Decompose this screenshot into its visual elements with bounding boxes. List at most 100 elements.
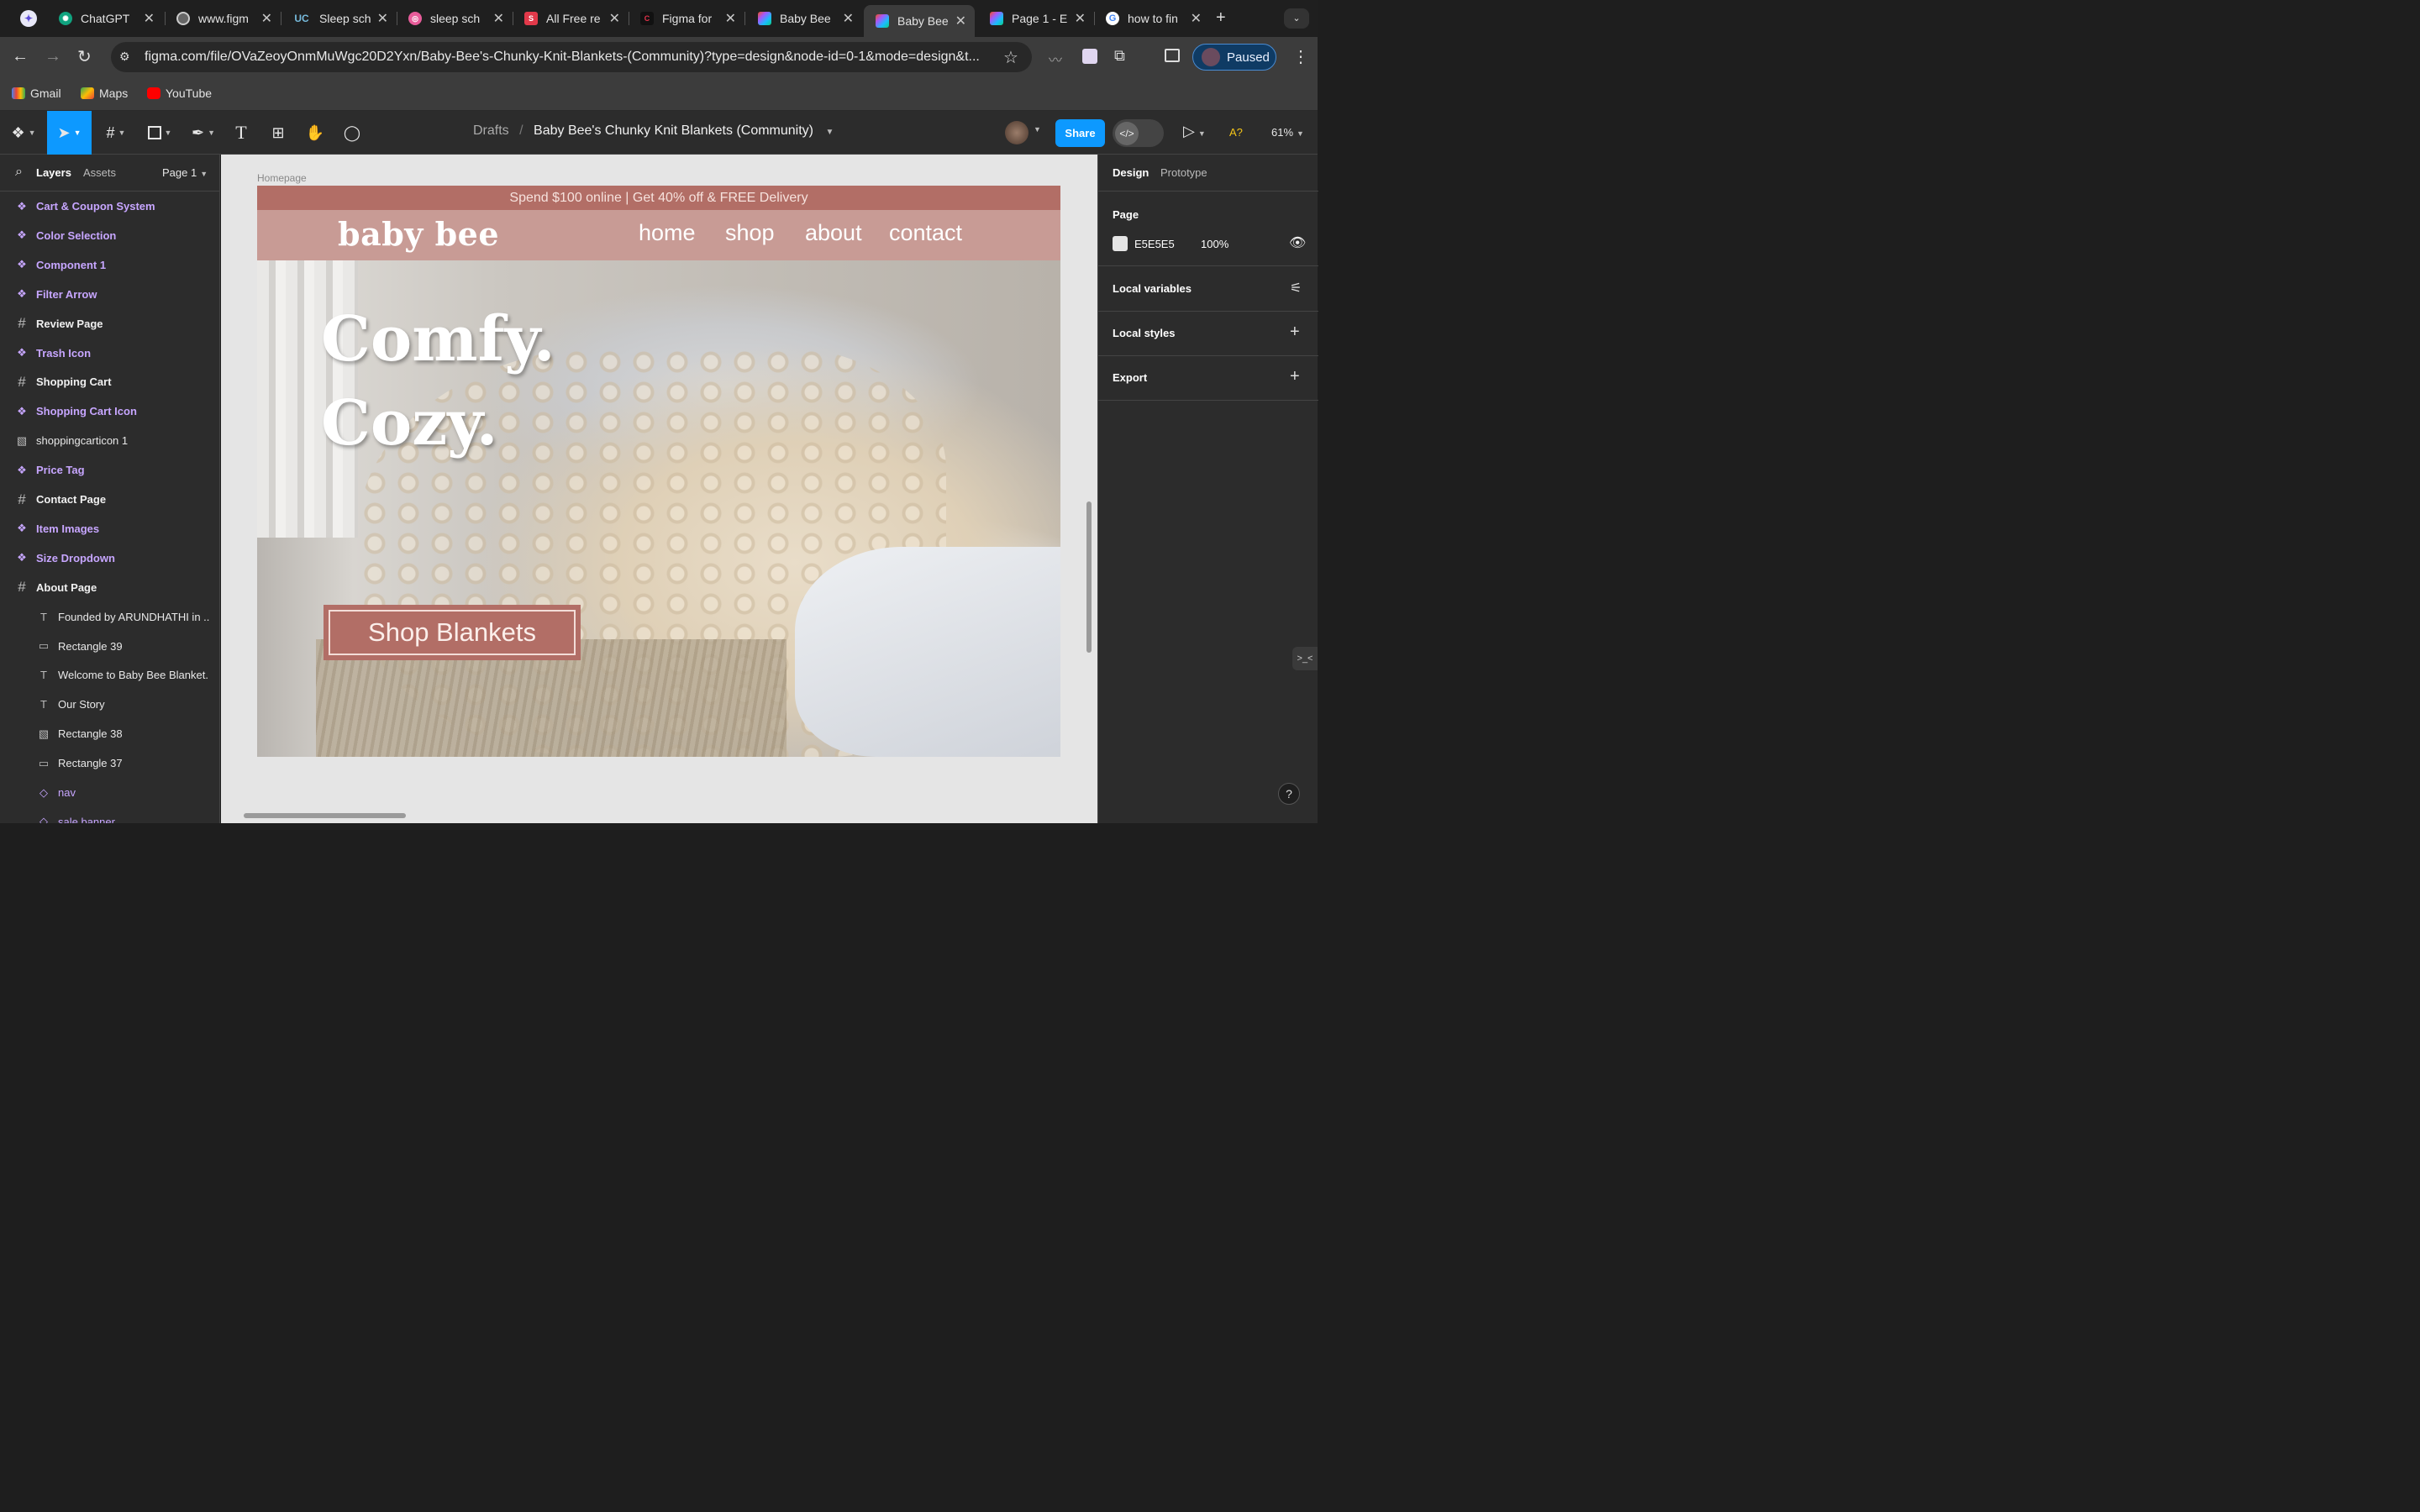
layer-row[interactable]: T Welcome to Baby Bee Blanket... <box>0 660 219 690</box>
close-tab-icon[interactable]: ✕ <box>493 10 504 27</box>
layer-row[interactable]: ▭ Rectangle 39 <box>0 632 219 661</box>
layer-row[interactable]: # Contact Page <box>0 485 219 514</box>
tab-all-free[interactable]: S All Free re ✕ <box>513 5 629 32</box>
tab-sleep-schedule[interactable]: UC Sleep sch ✕ <box>281 5 397 32</box>
layer-row[interactable]: # About Page <box>0 573 219 602</box>
ai-assist-icon[interactable]: A? <box>1229 126 1243 139</box>
extension-icon[interactable] <box>1082 49 1097 64</box>
frame-tool-button[interactable]: # ▼ <box>97 111 134 155</box>
tab-figma-web[interactable]: www.figm ✕ <box>165 5 281 32</box>
background-color-swatch[interactable] <box>1113 236 1128 251</box>
layer-row[interactable]: T Founded by ARUNDHATHI in ... <box>0 602 219 632</box>
frame-label[interactable]: Homepage <box>257 172 307 184</box>
avatar[interactable] <box>1005 121 1028 144</box>
comment-tool-button[interactable]: ◯ <box>339 111 365 155</box>
address-bar[interactable]: ⚙ figma.com/file/OVaZeoyOnmMuWgc20D2Yxn/… <box>111 42 1032 72</box>
variables-sliders-icon[interactable]: ⚟ <box>1290 280 1302 297</box>
tab-page-1[interactable]: Page 1 - E ✕ <box>978 5 1094 32</box>
tab-assets[interactable]: Assets <box>83 166 116 179</box>
figma-menu-button[interactable]: ❖ ▼ <box>7 111 40 155</box>
back-icon[interactable]: ← <box>12 47 29 66</box>
file-name[interactable]: Baby Bee's Chunky Knit Blankets (Communi… <box>534 123 813 138</box>
forward-icon[interactable]: → <box>45 47 61 66</box>
close-tab-icon[interactable]: ✕ <box>1191 10 1202 27</box>
share-button[interactable]: Share <box>1055 119 1105 147</box>
add-style-icon[interactable]: + <box>1290 323 1300 342</box>
background-opacity[interactable]: 100% <box>1201 238 1228 250</box>
breadcrumb-drafts[interactable]: Drafts <box>473 123 509 138</box>
url-text[interactable]: figma.com/file/OVaZeoyOnmMuWgc20D2Yxn/Ba… <box>145 50 1002 65</box>
tab-layers[interactable]: Layers <box>36 166 71 179</box>
browser-app-icon[interactable]: ✦ <box>20 10 37 27</box>
text-tool-button[interactable]: T <box>229 111 254 155</box>
side-panel-icon[interactable] <box>1165 49 1180 62</box>
new-tab-icon[interactable]: + <box>1216 8 1226 28</box>
close-tab-icon[interactable]: ✕ <box>377 10 388 27</box>
layer-row[interactable]: ▧ shoppingcarticon 1 <box>0 426 219 455</box>
layer-row[interactable]: ❖ Filter Arrow <box>0 280 219 309</box>
tab-prototype[interactable]: Prototype <box>1160 166 1207 179</box>
background-hex[interactable]: E5E5E5 <box>1134 238 1175 250</box>
local-variables-label[interactable]: Local variables <box>1113 282 1192 295</box>
layer-row[interactable]: ◇ sale banner <box>0 807 219 823</box>
close-tab-icon[interactable]: ✕ <box>725 10 736 27</box>
vertical-scrollbar[interactable] <box>1086 501 1092 653</box>
close-tab-icon[interactable]: ✕ <box>261 10 272 27</box>
move-tool-button[interactable]: ➤ ▼ <box>47 111 92 155</box>
extension-pulse-icon[interactable]: 〰 <box>1049 49 1062 69</box>
shape-tool-button[interactable]: ▼ <box>141 111 178 155</box>
dev-mode-toggle[interactable]: </> <box>1113 119 1164 147</box>
close-tab-icon[interactable]: ✕ <box>609 10 620 27</box>
layer-row[interactable]: # Shopping Cart <box>0 367 219 396</box>
resources-tool-button[interactable]: ⊞ <box>266 111 291 155</box>
horizontal-scrollbar[interactable] <box>244 813 406 818</box>
tab-sleep-dribbble[interactable]: ◎ sleep sch ✕ <box>397 5 513 32</box>
chevron-down-icon[interactable]: ▼ <box>825 128 834 137</box>
layer-row[interactable]: T Our Story <box>0 690 219 719</box>
reload-icon[interactable]: ↻ <box>77 46 92 67</box>
present-play-icon[interactable]: ▷ ▼ <box>1183 123 1206 140</box>
layer-row[interactable]: ❖ Component 1 <box>0 250 219 280</box>
tab-chatgpt[interactable]: ✺ ChatGPT ✕ <box>47 5 163 32</box>
search-icon[interactable]: ⌕ <box>15 165 23 180</box>
canvas[interactable]: Homepage Spend $100 online | Get 40% off… <box>221 155 1097 823</box>
layer-row[interactable]: ❖ Shopping Cart Icon <box>0 396 219 426</box>
layer-row[interactable]: ◇ nav <box>0 778 219 807</box>
extensions-puzzle-icon[interactable]: ⧉ <box>1114 47 1125 65</box>
close-tab-icon[interactable]: ✕ <box>843 10 854 27</box>
pen-tool-button[interactable]: ✒ ▼ <box>185 111 222 155</box>
bookmark-gmail[interactable]: Gmail <box>12 87 61 100</box>
layer-row[interactable]: ❖ Trash Icon <box>0 339 219 368</box>
close-tab-icon[interactable]: ✕ <box>1075 10 1086 27</box>
bookmark-youtube[interactable]: YouTube <box>147 87 212 100</box>
layer-row[interactable]: ▧ Rectangle 38 <box>0 719 219 748</box>
close-tab-icon[interactable]: ✕ <box>955 13 966 29</box>
add-export-icon[interactable]: + <box>1290 367 1300 386</box>
floating-extension-icon[interactable]: >_< <box>1292 647 1318 670</box>
layer-row[interactable]: ❖ Color Selection <box>0 221 219 250</box>
chevron-down-icon[interactable]: ▼ <box>1034 125 1041 134</box>
layer-row[interactable]: ❖ Price Tag <box>0 455 219 485</box>
layer-row[interactable]: ❖ Cart & Coupon System <box>0 192 219 221</box>
browser-menu-icon[interactable]: ⋮ <box>1292 46 1309 67</box>
close-tab-icon[interactable]: ✕ <box>144 10 155 27</box>
page-selector[interactable]: Page 1 ▼ <box>162 166 208 179</box>
tab-google-search[interactable]: G how to fin ✕ <box>1094 5 1210 32</box>
bookmark-maps[interactable]: Maps <box>81 87 128 100</box>
layer-row[interactable]: ▭ Rectangle 37 <box>0 748 219 778</box>
eye-icon[interactable]: 👁 <box>1289 234 1306 251</box>
layer-row[interactable]: ❖ Item Images <box>0 514 219 543</box>
hand-tool-button[interactable]: ✋ <box>302 111 328 155</box>
site-settings-icon[interactable]: ⚙ <box>119 50 134 65</box>
tab-design[interactable]: Design <box>1113 166 1149 179</box>
help-icon[interactable]: ? <box>1278 783 1300 805</box>
tab-baby-bee-active[interactable]: Baby Bee ✕ <box>864 5 975 37</box>
tab-figma-for[interactable]: C Figma for ✕ <box>629 5 744 32</box>
layer-row[interactable]: # Review Page <box>0 309 219 339</box>
tab-search-icon[interactable]: ⌄ <box>1284 8 1309 29</box>
bookmark-star-icon[interactable]: ☆ <box>1003 47 1018 68</box>
homepage-frame[interactable]: Spend $100 online | Get 40% off & FREE D… <box>257 186 1060 757</box>
zoom-level[interactable]: 61% ▼ <box>1271 126 1304 139</box>
tab-baby-bee-1[interactable]: Baby Bee ✕ <box>746 5 862 32</box>
profile-paused-button[interactable]: Paused <box>1192 44 1276 71</box>
